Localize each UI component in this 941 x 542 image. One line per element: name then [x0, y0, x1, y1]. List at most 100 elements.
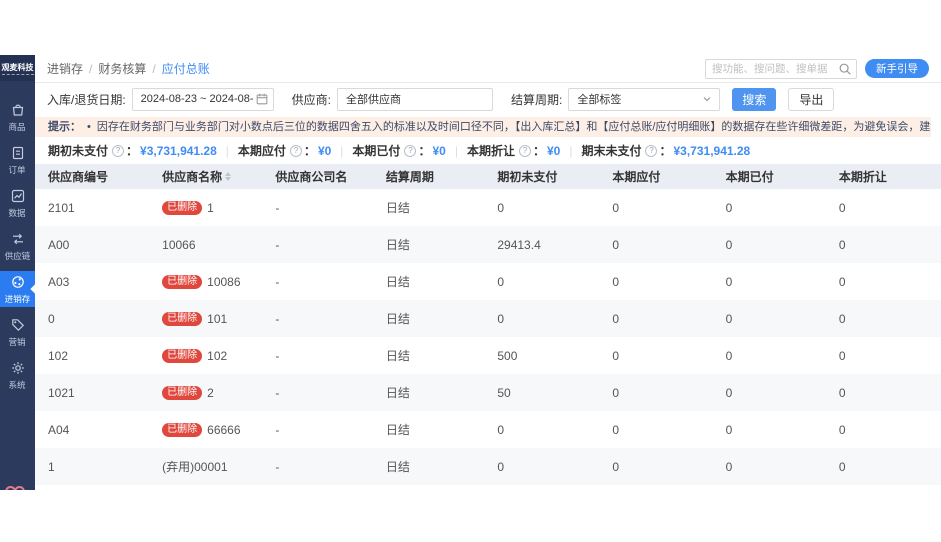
summary-separator: | [455, 144, 458, 158]
chevron-down-icon [701, 93, 713, 105]
summary-value: ¥0 [318, 144, 331, 158]
table-cell: 0 [826, 201, 941, 215]
export-button[interactable]: 导出 [788, 88, 834, 111]
search-icon[interactable] [838, 62, 852, 76]
bag-icon [10, 102, 26, 118]
help-icon[interactable]: ? [290, 145, 302, 157]
summary-separator: | [226, 144, 229, 158]
supplier-name: 102 [207, 349, 227, 363]
supplier-name-cell: 已删除1 [149, 201, 262, 215]
summary-label: 期末未支付 [581, 142, 641, 159]
cycle-select[interactable]: 全部标签 [568, 88, 720, 111]
table-cell: 29413.4 [484, 238, 599, 252]
supplier-input[interactable] [337, 88, 493, 111]
sidebar-item-inventory[interactable]: 进销存 [0, 271, 35, 307]
app-window: 观麦科技 商品订单数据供应链进销存营销系统 进销存/财务核算/应付总账 新手引导… [0, 55, 941, 490]
table-cell: 0 [713, 275, 826, 289]
summary-label: 本期应付 [238, 142, 286, 159]
calendar-icon[interactable] [255, 92, 269, 106]
breadcrumb-item[interactable]: 进销存 [47, 60, 83, 77]
column-header: 结算周期 [373, 168, 484, 185]
table-cell: 0 [599, 312, 712, 326]
summary-label: 本期已付 [352, 142, 400, 159]
sidebar-nav: 商品订单数据供应链进销存营销系统 [0, 81, 35, 393]
table-cell: - [262, 349, 373, 363]
table-cell: 0 [713, 460, 826, 474]
summary-item: 期初未支付?：¥3,731,941.28 [48, 142, 217, 159]
table-cell: 0 [826, 386, 941, 400]
qq-service-icon[interactable] [5, 486, 25, 490]
table-cell: 0 [713, 201, 826, 215]
supplier-name-cell: (弃用)00001 [149, 458, 262, 475]
deleted-badge: 已删除 [162, 423, 202, 437]
supplier-name: 10066 [162, 238, 195, 252]
help-icon[interactable]: ? [404, 145, 416, 157]
summary-label: 本期折让 [467, 142, 515, 159]
summary-value: ¥0 [547, 144, 560, 158]
summary-value: ¥3,731,941.28 [140, 144, 217, 158]
help-icon[interactable]: ? [645, 145, 657, 157]
supplier-name: 10086 [207, 275, 240, 289]
help-icon[interactable]: ? [112, 145, 124, 157]
table-row: 1(弃用)00001-日结0000 [35, 448, 941, 485]
table-cell: 0 [484, 460, 599, 474]
date-filter-label: 入库/退货日期: [47, 91, 126, 108]
deleted-badge: 已删除 [162, 312, 202, 326]
table-body: 2101已删除1-日结0000A0010066-日结29413.4000A03已… [35, 189, 941, 485]
sidebar-item-orders[interactable]: 订单 [0, 142, 35, 178]
breadcrumb-item: 应付总账 [162, 60, 210, 77]
summary-bar: 期初未支付?：¥3,731,941.28|本期应付?：¥0|本期已付?：¥0|本… [35, 137, 941, 164]
search-button[interactable]: 搜索 [732, 88, 776, 111]
table-cell: 0 [599, 201, 712, 215]
table-row: A04已删除66666-日结0000 [35, 411, 941, 448]
table-cell: 0 [713, 386, 826, 400]
help-icon[interactable]: ? [519, 145, 531, 157]
column-header: 本期应付 [599, 168, 712, 185]
cycle-filter-label: 结算周期: [511, 91, 562, 108]
nodes-icon [10, 274, 26, 290]
table-cell: A00 [35, 238, 149, 252]
tag-icon [10, 317, 26, 333]
table-cell: - [262, 201, 373, 215]
sidebar-item-data[interactable]: 数据 [0, 185, 35, 221]
table-cell: 0 [35, 312, 149, 326]
sidebar-item-system[interactable]: 系统 [0, 357, 35, 393]
sidebar-item-label: 供应链 [5, 249, 31, 261]
table-cell: 500 [484, 349, 599, 363]
payable-table: 供应商编号供应商名称供应商公司名结算周期期初未支付本期应付本期已付本期折让 21… [35, 164, 941, 490]
summary-colon: ： [418, 142, 430, 159]
sidebar-item-goods[interactable]: 商品 [0, 99, 35, 135]
summary-value: ¥0 [432, 144, 445, 158]
table-cell: 0 [713, 238, 826, 252]
sort-icon[interactable] [225, 172, 231, 181]
table-row: 102已删除102-日结500000 [35, 337, 941, 374]
summary-item: 本期已付?：¥0 [352, 142, 445, 159]
table-cell: 0 [713, 423, 826, 437]
sidebar-item-supply-chain[interactable]: 供应链 [0, 228, 35, 264]
table-header: 供应商编号供应商名称供应商公司名结算周期期初未支付本期应付本期已付本期折让 [35, 164, 941, 189]
breadcrumb-separator: / [152, 62, 155, 76]
table-cell: - [262, 423, 373, 437]
sidebar-item-label: 订单 [9, 163, 26, 175]
table-cell: 0 [826, 312, 941, 326]
supplier-name-cell: 10066 [149, 238, 262, 252]
search-input[interactable] [705, 59, 857, 79]
table-cell: 日结 [373, 421, 484, 438]
table-cell: A03 [35, 275, 149, 289]
sidebar-item-marketing[interactable]: 营销 [0, 314, 35, 350]
table-cell: 102 [35, 349, 149, 363]
beginner-guide-button[interactable]: 新手引导 [865, 59, 929, 78]
date-range-input[interactable] [132, 88, 274, 111]
supplier-name-cell: 已删除102 [149, 349, 262, 363]
table-cell: 1 [35, 460, 149, 474]
table-cell: 日结 [373, 310, 484, 327]
breadcrumb-item[interactable]: 财务核算 [98, 60, 146, 77]
gear-icon [10, 360, 26, 376]
supplier-name: 1 [207, 201, 214, 215]
summary-colon: ： [533, 142, 545, 159]
table-cell: 日结 [373, 199, 484, 216]
table-cell: 0 [484, 312, 599, 326]
supplier-name-cell: 已删除101 [149, 312, 262, 326]
topbar: 进销存/财务核算/应付总账 新手引导 [35, 55, 941, 83]
supplier-name-cell: 已删除2 [149, 386, 262, 400]
